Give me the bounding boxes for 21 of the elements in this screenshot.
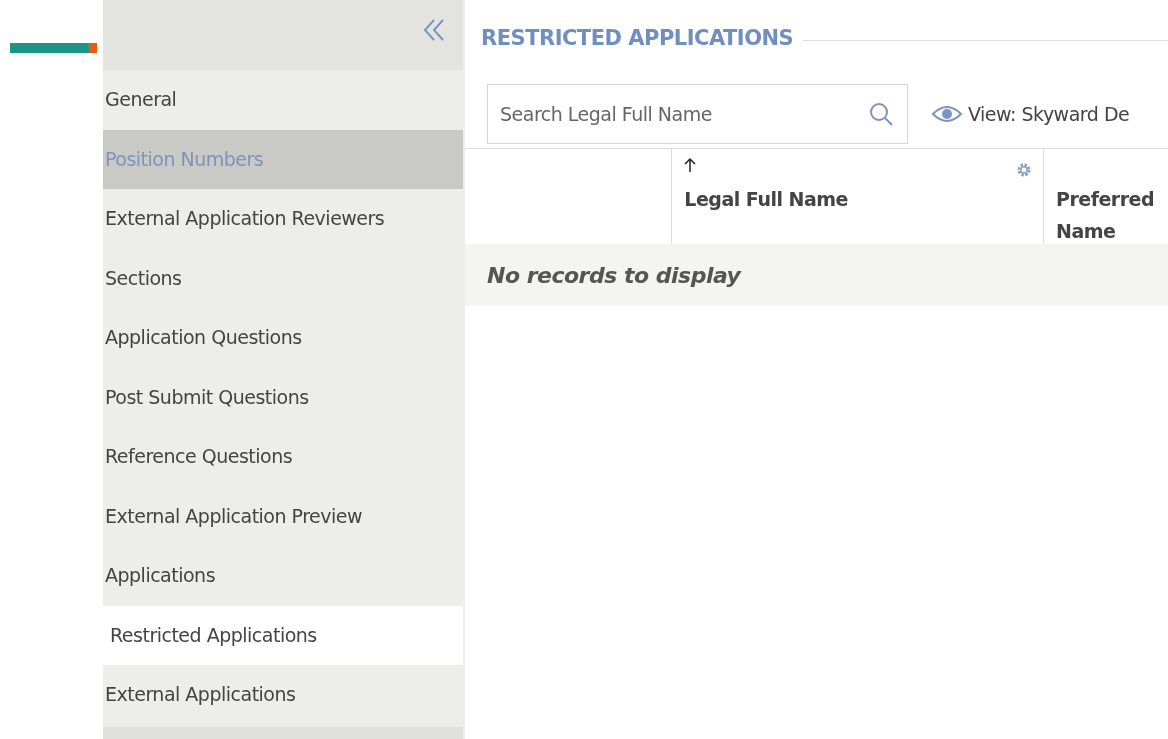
search-icon[interactable] [868, 101, 894, 127]
sidebar-item[interactable]: External Application Reviewers [103, 189, 463, 249]
sidebar-item[interactable]: Restricted Applications [103, 605, 463, 665]
column-label: Legal Full Name [684, 187, 848, 212]
sidebar-item[interactable]: Post Submit Questions [103, 367, 463, 427]
column-label: Preferred Name [1056, 187, 1156, 244]
sidebar-item[interactable]: External Applications [103, 665, 463, 725]
sidebar-item[interactable]: Sections [103, 248, 463, 308]
sidebar-item[interactable]: Applications [103, 546, 463, 606]
view-selector[interactable]: View: Skyward De [968, 103, 1130, 125]
empty-message: No records to display [487, 262, 741, 288]
eye-icon[interactable] [932, 104, 962, 124]
sidebar-item[interactable]: Reference Questions [103, 427, 463, 487]
settings-icon[interactable] [1015, 161, 1033, 179]
sort-up-icon[interactable] [684, 157, 697, 173]
sidebar-item[interactable]: Application Questions [103, 308, 463, 368]
sidebar-item[interactable]: External Application Preview [103, 486, 463, 546]
collapse-icon[interactable] [421, 17, 447, 43]
section-title: RESTRICTED APPLICATIONS [481, 26, 794, 50]
search-field[interactable]: Search Legal Full Name [487, 84, 908, 144]
sidebar-item[interactable]: General [103, 70, 463, 130]
